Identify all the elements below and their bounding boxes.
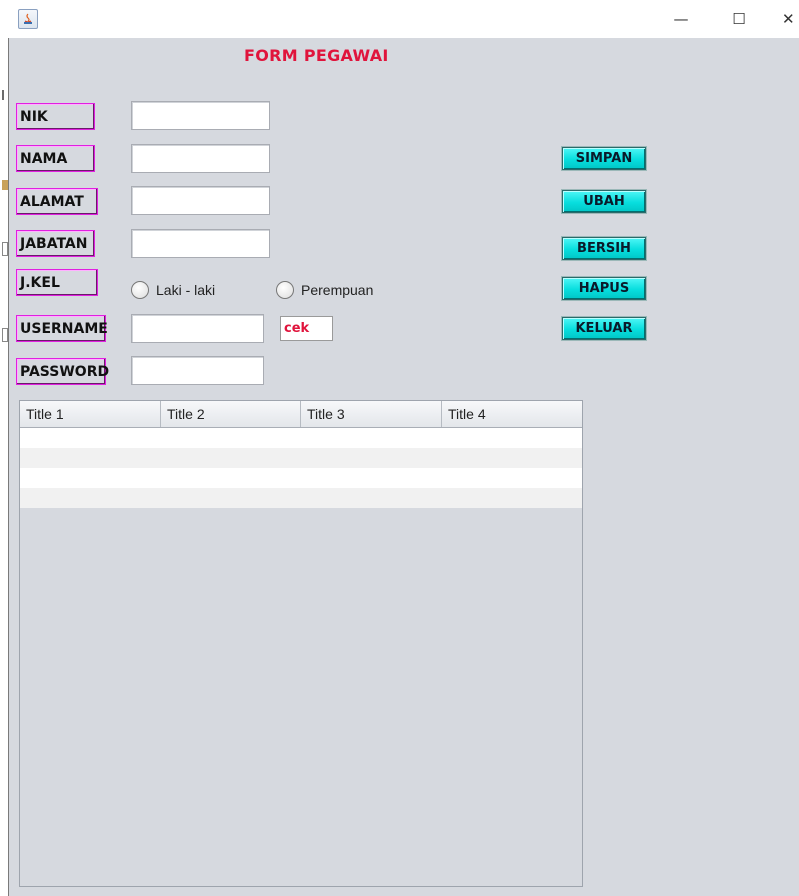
java-app-icon [18,9,38,29]
bersih-button[interactable]: BERSIH [562,237,646,260]
column-header-title-4[interactable]: Title 4 [442,401,582,427]
hapus-button[interactable]: HAPUS [562,277,646,300]
table-row[interactable] [20,448,582,468]
data-table[interactable]: Title 1 Title 2 Title 3 Title 4 [19,400,583,887]
column-header-title-1[interactable]: Title 1 [20,401,161,427]
password-input[interactable] [131,356,264,385]
cek-button[interactable]: cek [280,316,333,341]
jabatan-input[interactable] [131,229,270,258]
label-jabatan: JABATAN [16,230,95,257]
simpan-button[interactable]: SIMPAN [562,147,646,170]
label-jkel: J.KEL [16,269,98,296]
ubah-button[interactable]: UBAH [562,190,646,213]
radio-perempuan[interactable] [276,281,294,299]
nama-input[interactable] [131,144,270,173]
maximize-icon[interactable]: ☐ [724,9,754,29]
form-title: FORM PEGAWAI [244,46,389,65]
alamat-input[interactable] [131,186,270,215]
radio-label-perempuan: Perempuan [301,282,374,298]
table-row[interactable] [20,468,582,488]
column-header-title-3[interactable]: Title 3 [301,401,442,427]
table-row[interactable] [20,488,582,508]
username-input[interactable] [131,314,264,343]
minimize-icon[interactable]: — [666,9,696,29]
label-alamat: ALAMAT [16,188,98,215]
keluar-button[interactable]: KELUAR [562,317,646,340]
close-icon[interactable]: ✕ [782,9,799,29]
nik-input[interactable] [131,101,270,130]
label-username: USERNAME [16,315,108,342]
column-header-title-2[interactable]: Title 2 [161,401,301,427]
label-password: PASSWORD [16,358,109,385]
radio-laki-laki[interactable] [131,281,149,299]
label-nama: NAMA [16,145,95,172]
edge-artifact [2,90,4,100]
table-header: Title 1 Title 2 Title 3 Title 4 [20,401,582,428]
table-row[interactable] [20,428,582,448]
label-nik: NIK [16,103,95,130]
radio-label-laki-laki: Laki - laki [156,282,216,298]
